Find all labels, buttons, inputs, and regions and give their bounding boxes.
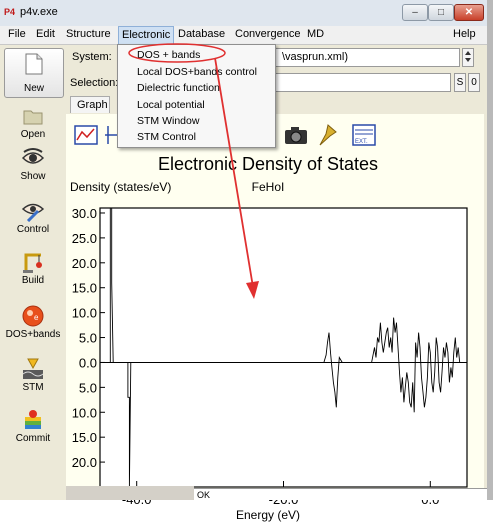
system-label: System:: [72, 51, 112, 63]
dos-bands-icon: e: [22, 305, 44, 327]
svg-text:e: e: [34, 313, 39, 322]
control-label: Control: [16, 224, 50, 235]
y-tick-label: 20.0: [72, 455, 97, 470]
show-button[interactable]: Show: [0, 147, 66, 182]
system-spinner[interactable]: [462, 48, 474, 67]
menu-md[interactable]: MD: [307, 28, 324, 40]
y-tick-label: 10.0: [72, 405, 97, 420]
app-icon: P4: [4, 7, 16, 17]
y-tick-label: 30.0: [72, 206, 97, 221]
app-window: P4 p4v.exe – □ ✕ File Edit Structure Ele…: [0, 0, 488, 522]
y-tick-label: 5.0: [79, 331, 97, 346]
menu-item-dos-bands[interactable]: DOS + bands: [137, 49, 200, 61]
build-label: Build: [21, 275, 45, 286]
commit-button[interactable]: Commit: [0, 409, 66, 444]
close-button[interactable]: ✕: [454, 4, 484, 21]
menu-item-local-potential[interactable]: Local potential: [137, 99, 205, 111]
selection-s-button[interactable]: S: [454, 73, 466, 92]
menu-file[interactable]: File: [8, 28, 26, 40]
chart-subtitle: FeHoI: [252, 180, 285, 194]
y-tick-label: 10.0: [72, 306, 97, 321]
y-tick-label: 20.0: [72, 256, 97, 271]
menu-item-stm-window[interactable]: STM Window: [137, 115, 199, 127]
menu-item-dielectric-function[interactable]: Dielectric function: [137, 82, 220, 94]
export-icon[interactable]: EXT.: [352, 124, 376, 146]
bottom-left-strip: [66, 486, 194, 500]
right-edge-bar: [487, 0, 493, 500]
y-axis-label: Density (states/eV): [70, 180, 171, 194]
show-label: Show: [20, 171, 46, 182]
new-document-icon: [25, 53, 43, 75]
y-tick-label: 15.0: [72, 430, 97, 445]
spinner-arrows-icon: [465, 51, 471, 62]
menu-item-local-dos-bands-control[interactable]: Local DOS+bands control: [137, 66, 257, 78]
menu-help[interactable]: Help: [453, 28, 476, 40]
export-icon-text: EXT.: [355, 139, 368, 145]
dos-bands-label: DOS+bands: [5, 329, 61, 340]
x-axis-label: Energy (eV): [236, 508, 300, 522]
dos-bands-button[interactable]: e DOS+bands: [0, 305, 66, 340]
y-tick-label: 5.0: [79, 380, 97, 395]
new-label: New: [23, 83, 44, 94]
crane-icon: [23, 253, 42, 273]
open-label: Open: [20, 129, 46, 140]
eye-icon: [22, 148, 44, 164]
menu-edit[interactable]: Edit: [36, 28, 55, 40]
status-text: OK: [197, 490, 211, 500]
chart-title: Electronic Density of States: [158, 154, 378, 174]
menu-bar: File Edit Structure Electronic Database …: [0, 26, 487, 45]
menu-structure[interactable]: Structure: [66, 28, 111, 40]
commit-label: Commit: [15, 433, 51, 444]
pin-icon[interactable]: [316, 124, 340, 146]
plot-area: [99, 207, 468, 488]
y-tick-label: 15.0: [72, 281, 97, 296]
system-value: \vasprun.xml): [282, 51, 349, 63]
menu-convergence[interactable]: Convergence: [235, 28, 300, 40]
selection-label: Selection:: [70, 77, 119, 89]
commit-icon: [25, 410, 41, 429]
stm-button[interactable]: STM: [0, 358, 66, 393]
line-graph-icon[interactable]: [74, 124, 98, 146]
left-toolbar: New Open Show Control Build e DOS+bands …: [0, 45, 66, 500]
build-button[interactable]: Build: [0, 251, 66, 286]
control-button[interactable]: Control: [0, 200, 66, 235]
maximize-button[interactable]: □: [428, 4, 454, 21]
status-bar: OK: [194, 488, 487, 500]
stm-icon: [22, 358, 44, 379]
y-tick-label: 0.0: [79, 355, 97, 370]
menu-item-stm-control[interactable]: STM Control: [137, 131, 196, 143]
selection-0-button[interactable]: 0: [468, 73, 480, 92]
new-button[interactable]: New: [4, 48, 64, 98]
folder-icon: [23, 110, 43, 125]
camera-icon[interactable]: [284, 124, 308, 146]
graph-panel: EXT. Electronic Density of States FeHoI De…: [66, 114, 484, 522]
tab-graph[interactable]: Graph: [70, 96, 110, 113]
menu-database[interactable]: Database: [178, 28, 225, 40]
open-button[interactable]: Open: [0, 105, 66, 140]
electronic-menu-dropdown: DOS + bands Local DOS+bands control Diel…: [117, 44, 276, 148]
stm-label: STM: [22, 382, 44, 393]
dos-chart: Electronic Density of States FeHoI Density…: [70, 154, 468, 522]
minimize-button[interactable]: –: [402, 4, 428, 21]
eye-control-icon: [22, 203, 44, 222]
window-title: p4v.exe: [20, 6, 58, 18]
menu-electronic[interactable]: Electronic: [118, 26, 175, 45]
y-tick-label: 25.0: [72, 231, 97, 246]
title-bar: P4 p4v.exe – □ ✕: [0, 0, 487, 27]
